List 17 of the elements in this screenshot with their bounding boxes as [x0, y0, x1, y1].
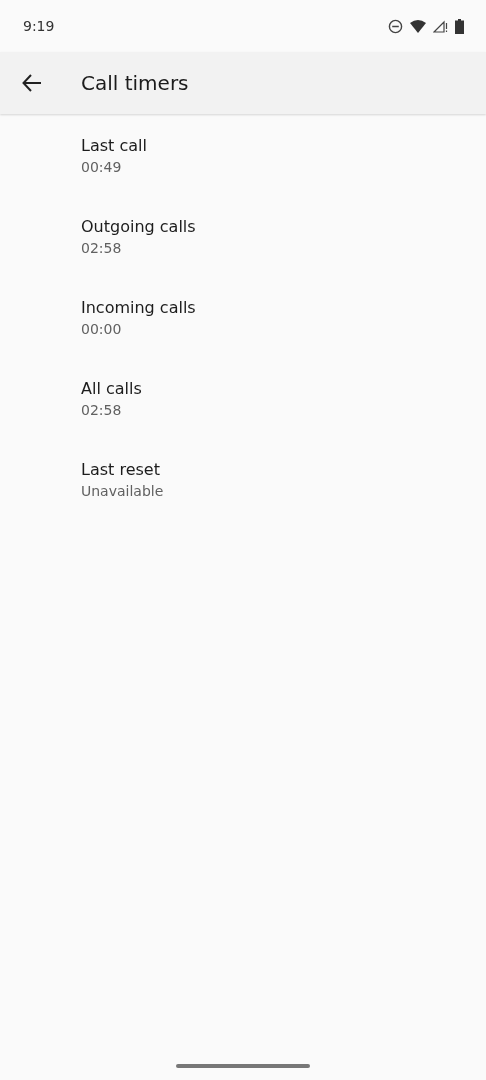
item-title: Incoming calls [81, 297, 196, 319]
battery-icon [455, 18, 464, 34]
signal-icon [433, 19, 448, 33]
item-value: 02:58 [81, 239, 122, 258]
item-value: Unavailable [81, 482, 164, 501]
back-arrow-icon[interactable] [22, 74, 42, 92]
item-title: Last call [81, 135, 147, 157]
screen-title: Call timers [81, 71, 189, 95]
item-value: 00:00 [81, 320, 122, 339]
item-title: All calls [81, 378, 142, 400]
wifi-icon [410, 19, 426, 33]
item-value: 00:49 [81, 158, 122, 177]
item-title: Outgoing calls [81, 216, 196, 238]
status-time: 9:19 [23, 18, 55, 34]
do-not-disturb-icon [388, 18, 403, 34]
item-value: 02:58 [81, 401, 122, 420]
item-title: Last reset [81, 459, 160, 481]
